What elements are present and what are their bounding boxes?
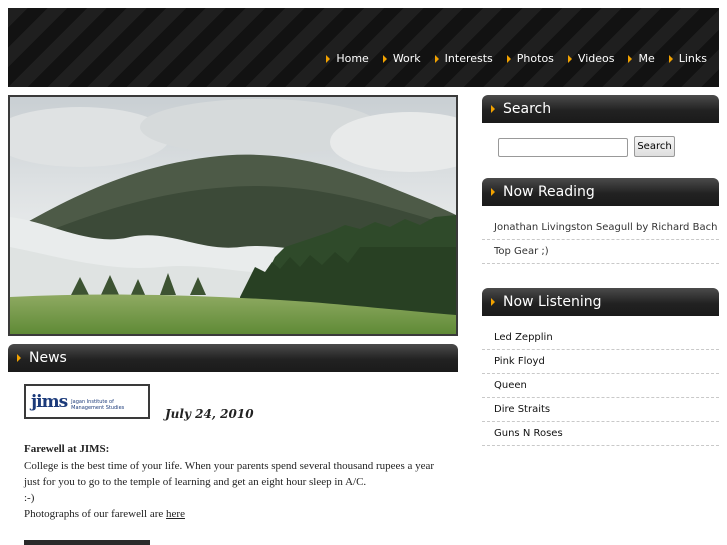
list-item[interactable]: Top Gear ;) [482, 240, 719, 264]
news-smiley: :-) [24, 492, 35, 504]
now-reading-heading-bar: Now Reading [482, 178, 719, 206]
nav-label: Links [678, 52, 707, 65]
nav-label: Work [392, 52, 421, 65]
logo-mark: jims [31, 391, 68, 412]
search-input[interactable] [498, 138, 628, 157]
triangle-right-icon [668, 54, 673, 63]
news-heading: News [29, 350, 67, 366]
news-title: Farewell at JIMS: [24, 443, 110, 455]
jims-logo: jims Jagan Institute of Management Studi… [24, 384, 150, 419]
triangle-right-icon [567, 54, 572, 63]
list-item[interactable]: Dire Straits [482, 398, 719, 422]
triangle-right-icon [17, 354, 21, 362]
list-item[interactable]: Queen [482, 374, 719, 398]
now-listening-heading-bar: Now Listening [482, 288, 719, 316]
triangle-right-icon [382, 54, 387, 63]
news-date: July 24, 2010 [165, 407, 254, 421]
hero-image [8, 95, 458, 336]
nav-label: Photos [516, 52, 554, 65]
triangle-right-icon [326, 54, 331, 63]
site-header: Home Work Interests Photos Videos Me Lin… [8, 8, 719, 87]
triangle-right-icon [491, 298, 495, 306]
triangle-right-icon [506, 54, 511, 63]
triangle-right-icon [491, 188, 495, 196]
nav-label: Home [336, 52, 369, 65]
now-reading-heading: Now Reading [503, 184, 595, 200]
nav-work[interactable]: Work [382, 52, 421, 65]
search-heading-bar: Search [482, 95, 719, 123]
landscape-photo [10, 97, 456, 334]
nav-label: Videos [577, 52, 615, 65]
nav-interests[interactable]: Interests [434, 52, 493, 65]
now-listening-heading: Now Listening [503, 294, 602, 310]
nav-label: Me [638, 52, 655, 65]
news-paragraph: College is the best time of your life. W… [24, 460, 435, 488]
triangle-right-icon [434, 54, 439, 63]
logo-subtext: Jagan Institute of Management Studies [71, 398, 125, 411]
list-item[interactable]: Jonathan Livingston Seagull by Richard B… [482, 216, 719, 240]
news-heading-bar: News [8, 344, 458, 372]
list-item[interactable]: Led Zepplin [482, 326, 719, 350]
news-photos-line: Photographs of our farewell are here [24, 506, 449, 522]
nav-videos[interactable]: Videos [567, 52, 615, 65]
news-photos-link[interactable]: here [166, 508, 185, 520]
nav-photos[interactable]: Photos [506, 52, 554, 65]
next-news-logo-edge [24, 540, 150, 545]
nav-label: Interests [444, 52, 493, 65]
news-body: College is the best time of your life. W… [24, 458, 449, 522]
main-nav: Home Work Interests Photos Videos Me Lin… [312, 52, 707, 65]
now-listening-list: Led Zepplin Pink Floyd Queen Dire Strait… [482, 326, 719, 446]
triangle-right-icon [491, 105, 495, 113]
now-reading-list: Jonathan Livingston Seagull by Richard B… [482, 216, 719, 264]
search-heading: Search [503, 101, 552, 117]
list-item[interactable]: Guns N Roses [482, 422, 719, 446]
news-photos-text: Photographs of our farewell are [24, 508, 167, 520]
nav-me[interactable]: Me [628, 52, 655, 65]
list-item[interactable]: Pink Floyd [482, 350, 719, 374]
triangle-right-icon [628, 54, 633, 63]
nav-links[interactable]: Links [668, 52, 707, 65]
search-button[interactable]: Search [634, 136, 675, 157]
nav-home[interactable]: Home [326, 52, 369, 65]
